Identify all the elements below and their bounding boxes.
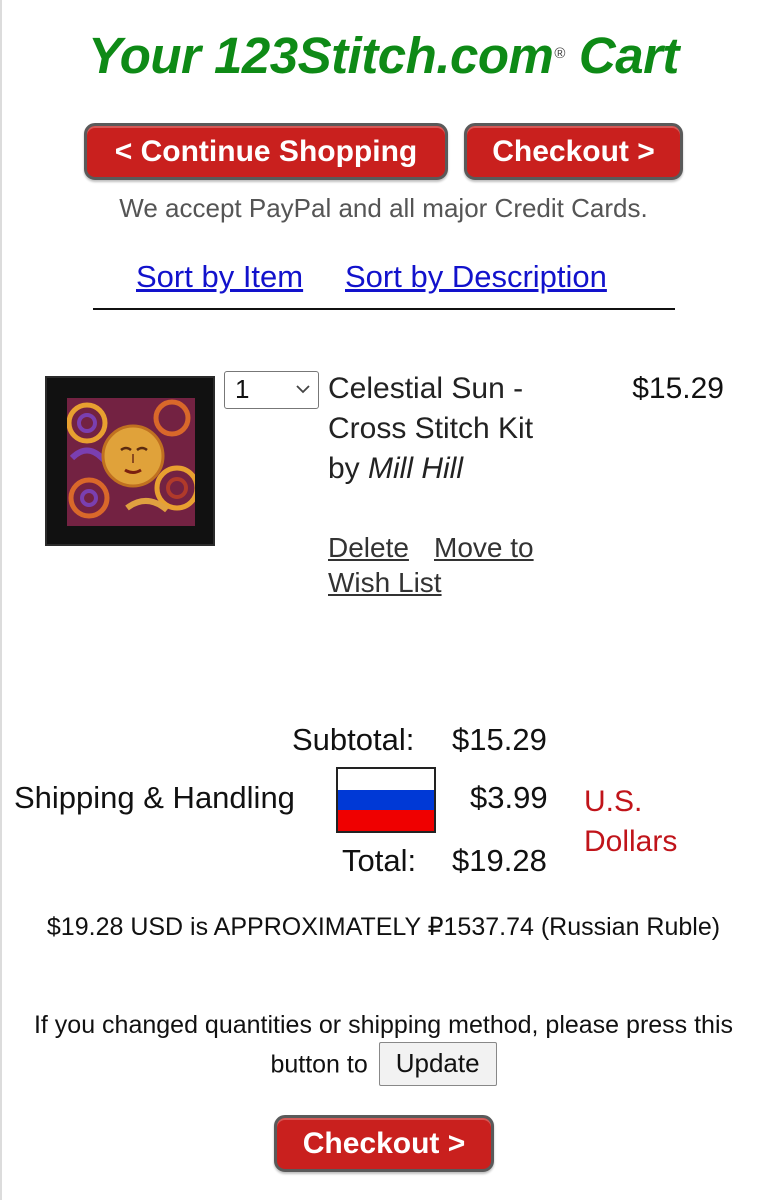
sort-divider: [93, 308, 675, 310]
subtotal-label: Subtotal:: [292, 722, 415, 757]
item-price: $15.29: [632, 372, 724, 405]
celestial-sun-image: [67, 398, 195, 526]
subtotal-value: $15.29: [452, 722, 547, 757]
flag-stripe-white: [338, 769, 434, 790]
payment-note: We accept PayPal and all major Credit Ca…: [119, 193, 648, 223]
quantity-select[interactable]: 1: [224, 371, 319, 409]
flag-stripe-red: [338, 810, 434, 831]
update-note: If you changed quantities or shipping me…: [10, 1006, 757, 1088]
item-title[interactable]: Celestial Sun - Cross Stitch Kit: [328, 372, 533, 445]
move-to-wishlist-link-line2[interactable]: Wish List: [328, 566, 442, 600]
chevron-down-icon: [296, 385, 310, 394]
move-to-wishlist-link[interactable]: Move to: [434, 531, 534, 565]
item-description: Celestial Sun - Cross Stitch Kit by Mill…: [328, 369, 588, 489]
total-value: $19.28: [452, 843, 547, 878]
russia-flag-icon[interactable]: [336, 767, 436, 833]
page-title: Your 123Stitch.com® Cart: [0, 24, 767, 88]
item-by: by: [328, 452, 360, 485]
flag-stripe-blue: [338, 789, 434, 811]
shipping-label: Shipping & Handling: [14, 780, 295, 815]
total-label: Total:: [342, 843, 417, 878]
shipping-value: $3.99: [470, 780, 548, 815]
title-prefix: Your 123Stitch.com: [88, 27, 554, 84]
quantity-value: 1: [235, 374, 250, 404]
continue-shopping-button[interactable]: < Continue Shopping: [84, 123, 448, 180]
checkout-button-top[interactable]: Checkout >: [464, 123, 683, 180]
conversion-note: $19.28 USD is APPROXIMATELY ₽1537.74 (Ru…: [46, 913, 721, 941]
checkout-button-bottom[interactable]: Checkout >: [274, 1115, 494, 1172]
product-thumbnail[interactable]: [45, 376, 215, 546]
title-suffix: Cart: [578, 27, 680, 84]
update-button[interactable]: Update: [378, 1042, 497, 1086]
sort-by-item-link[interactable]: Sort by Item: [136, 257, 303, 297]
item-brand: Mill Hill: [368, 452, 464, 485]
delete-item-link[interactable]: Delete: [328, 531, 409, 565]
sort-by-description-link[interactable]: Sort by Description: [345, 257, 607, 297]
currency-label: U.S. Dollars: [584, 785, 678, 858]
page-left-border: [0, 0, 2, 1200]
registered-mark: ®: [554, 45, 565, 62]
